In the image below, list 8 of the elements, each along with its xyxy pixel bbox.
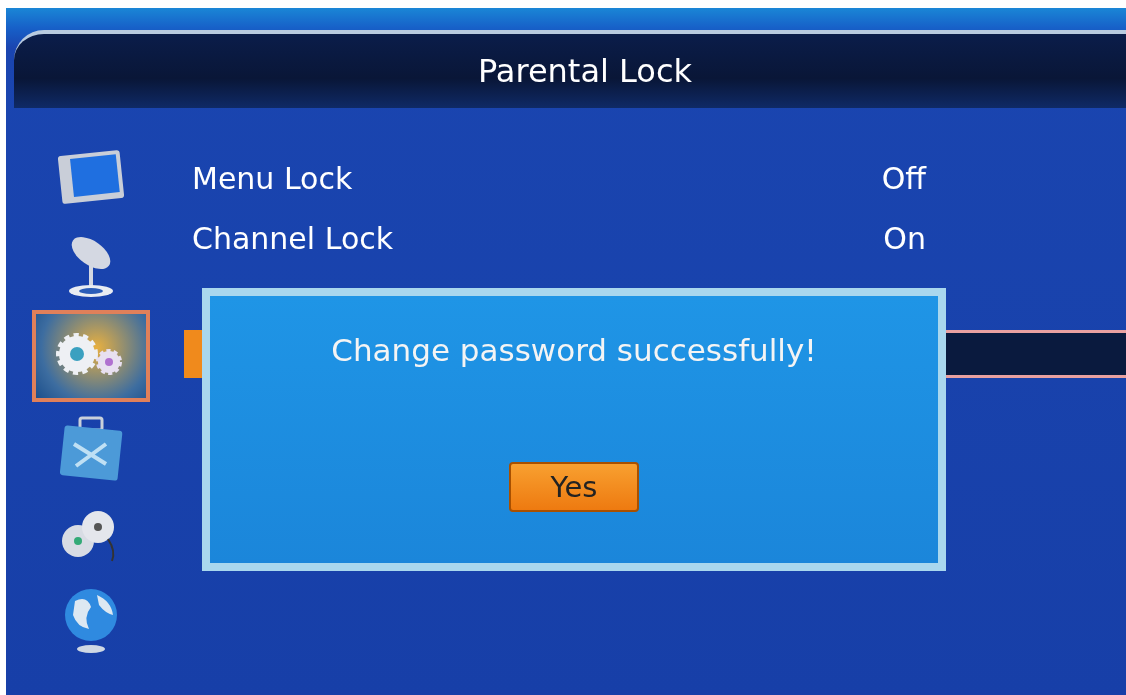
sidebar-item[interactable] bbox=[32, 310, 150, 402]
yes-button[interactable]: Yes bbox=[509, 462, 639, 512]
menu-value: On bbox=[883, 220, 926, 256]
menu-title: Parental Lock bbox=[476, 52, 693, 90]
menu-label[interactable]: Channel Lock bbox=[192, 220, 394, 256]
menu-value: Off bbox=[881, 160, 926, 196]
menu-label[interactable]: Menu Lock bbox=[192, 160, 353, 196]
dialog-message: Change password successfully! bbox=[331, 332, 817, 368]
